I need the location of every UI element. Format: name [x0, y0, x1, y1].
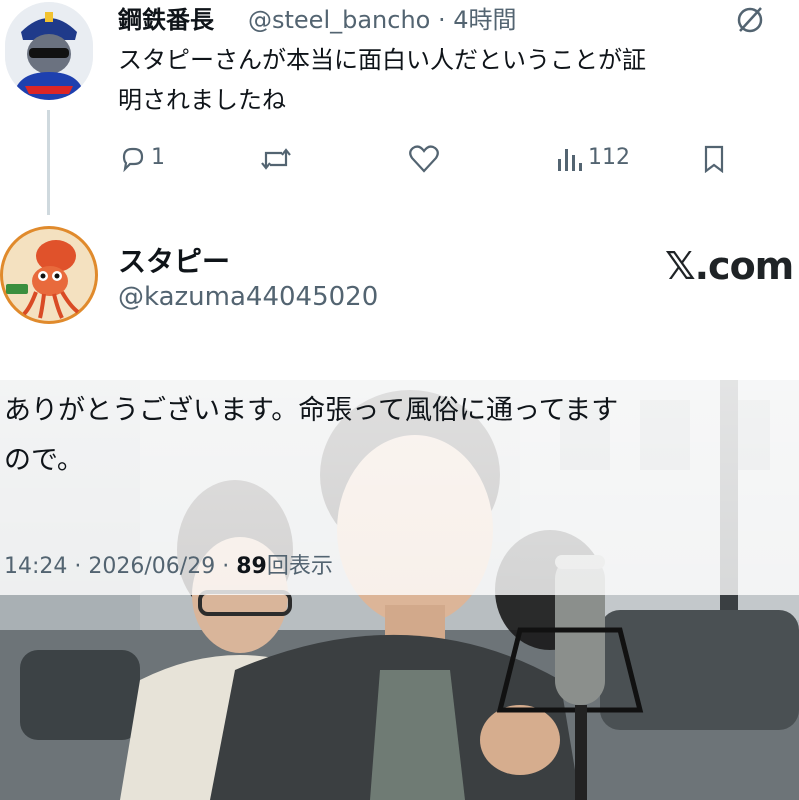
- reply-text: スタピーさんが本当に面白い人だということが証 明されましたね: [118, 40, 646, 120]
- reply-avatar[interactable]: [5, 2, 93, 100]
- post-meta-sep2: ·: [222, 554, 230, 579]
- post-text-line2: ので。: [4, 445, 84, 476]
- grok-icon[interactable]: [734, 4, 766, 36]
- post-handle[interactable]: @kazuma44045020: [118, 282, 378, 312]
- reply-handle[interactable]: @steel_bancho · 4時間: [248, 0, 517, 35]
- thread-line: [47, 110, 50, 215]
- police-character-icon: [5, 2, 93, 100]
- like-icon[interactable]: [408, 144, 440, 174]
- reply-icon[interactable]: [118, 145, 146, 173]
- squid-character-icon: [0, 226, 98, 324]
- retweet-icon[interactable]: [260, 145, 292, 173]
- post-display-name[interactable]: スタピー: [118, 240, 230, 280]
- post-view-count: 89: [236, 554, 267, 579]
- post-text: ありがとうございます。命張って風俗に通ってます ので。: [4, 386, 618, 486]
- view-count: 112: [588, 145, 630, 170]
- post-avatar[interactable]: [0, 226, 98, 324]
- post-meta: 14:24 · 2026/06/29 · 89回表示: [4, 548, 333, 580]
- post-date[interactable]: 2026/06/29: [88, 554, 215, 579]
- post-view-label: 回表示: [266, 554, 333, 579]
- bookmark-icon[interactable]: [702, 145, 726, 173]
- reply-time[interactable]: 4時間: [453, 6, 516, 34]
- reply-separator: ·: [438, 6, 446, 34]
- reply-text-line1: スタピーさんが本当に面白い人だということが証: [118, 46, 646, 74]
- post-meta-sep1: ·: [74, 554, 82, 579]
- reply-handle-text[interactable]: @steel_bancho: [248, 6, 430, 34]
- views-icon[interactable]: [556, 145, 582, 173]
- reply-text-line2: 明されましたね: [118, 86, 286, 114]
- x-com-watermark: 𝕏.com: [665, 244, 794, 288]
- post-time[interactable]: 14:24: [4, 554, 67, 579]
- reply-count: 1: [151, 145, 165, 170]
- post-text-line1: ありがとうございます。命張って風俗に通ってます: [4, 395, 619, 426]
- reply-display-name[interactable]: 鋼鉄番長: [118, 0, 214, 35]
